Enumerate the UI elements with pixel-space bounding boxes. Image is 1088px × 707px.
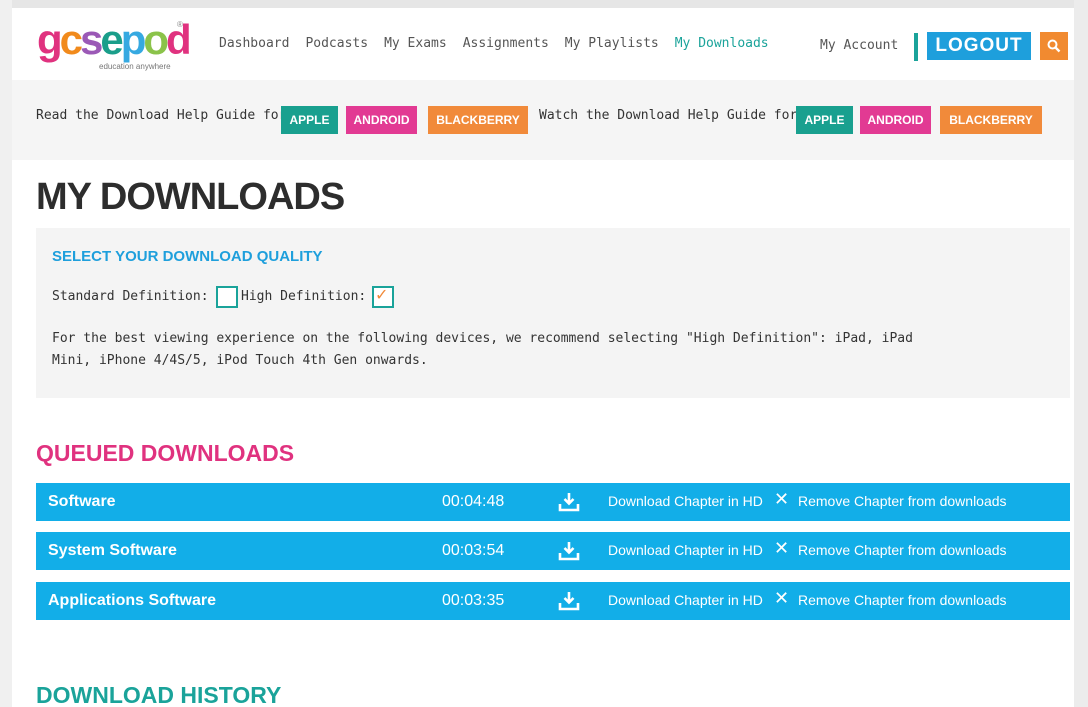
queued-row: System Software 00:03:54 Download Chapte… bbox=[36, 532, 1070, 570]
chapter-name: Software bbox=[48, 493, 116, 510]
chapter-duration: 00:04:48 bbox=[442, 493, 505, 510]
search-icon bbox=[1047, 39, 1061, 53]
read-blackberry-button[interactable]: BLACKBERRY bbox=[428, 106, 528, 134]
watch-android-button[interactable]: ANDROID bbox=[860, 106, 931, 134]
chapter-name: Applications Software bbox=[48, 592, 217, 609]
window-frame-left bbox=[0, 0, 12, 707]
help-guide-bar: Read the Download Help Guide for: APPLE … bbox=[12, 80, 1074, 160]
watch-blackberry-button[interactable]: BLACKBERRY bbox=[940, 106, 1042, 134]
nav-my-playlists[interactable]: My Playlists bbox=[565, 36, 659, 51]
read-guide-label: Read the Download Help Guide for: bbox=[36, 108, 295, 123]
quality-recommendation-note: For the best viewing experience on the f… bbox=[52, 331, 913, 368]
close-icon[interactable]: ✕ bbox=[774, 538, 789, 559]
chapter-duration: 00:03:54 bbox=[442, 542, 505, 559]
download-icon[interactable] bbox=[558, 540, 580, 562]
logout-button[interactable]: LOGOUT bbox=[927, 32, 1031, 60]
nav-dashboard[interactable]: Dashboard bbox=[219, 36, 289, 51]
nav-podcasts[interactable]: Podcasts bbox=[305, 36, 368, 51]
download-history-heading: DOWNLOAD HISTORY bbox=[36, 682, 282, 707]
registered-mark: ® bbox=[177, 20, 183, 29]
watch-guide-label: Watch the Download Help Guide for: bbox=[539, 108, 806, 123]
queued-downloads-heading: QUEUED DOWNLOADS bbox=[36, 440, 295, 466]
checkmark-icon: ✓ bbox=[375, 285, 389, 304]
download-hd-link[interactable]: Download Chapter in HD bbox=[608, 592, 763, 608]
nav-my-exams[interactable]: My Exams bbox=[384, 36, 447, 51]
chapter-duration: 00:03:35 bbox=[442, 592, 505, 609]
page: gcsepod ® education anywhere Dashboard P… bbox=[12, 8, 1074, 707]
queued-row: Applications Software 00:03:35 Download … bbox=[36, 582, 1070, 620]
remove-chapter-link[interactable]: Remove Chapter from downloads bbox=[798, 493, 1007, 509]
nav-my-downloads[interactable]: My Downloads bbox=[675, 36, 769, 51]
read-android-button[interactable]: ANDROID bbox=[346, 106, 417, 134]
main-nav: Dashboard Podcasts My Exams Assignments … bbox=[219, 36, 785, 51]
logo-tagline: education anywhere bbox=[99, 62, 171, 71]
account-divider bbox=[914, 33, 918, 61]
high-definition-checkbox[interactable]: ✓ bbox=[372, 285, 394, 308]
nav-assignments[interactable]: Assignments bbox=[463, 36, 549, 51]
remove-chapter-link[interactable]: Remove Chapter from downloads bbox=[798, 592, 1007, 608]
logo-wordmark: gcsepod bbox=[37, 16, 192, 63]
download-icon[interactable] bbox=[558, 491, 580, 513]
search-button[interactable] bbox=[1040, 32, 1068, 60]
queued-row: Software 00:04:48 Download Chapter in HD… bbox=[36, 483, 1070, 521]
close-icon[interactable]: ✕ bbox=[774, 588, 789, 609]
chapter-name: System Software bbox=[48, 542, 177, 559]
standard-definition-label: Standard Definition: bbox=[52, 289, 209, 304]
download-quality-panel: SELECT YOUR DOWNLOAD QUALITY Standard De… bbox=[36, 228, 1070, 398]
high-definition-label: High Definition: bbox=[241, 289, 367, 304]
window-frame-top bbox=[0, 0, 1088, 8]
read-apple-button[interactable]: APPLE bbox=[281, 106, 338, 134]
page-title: MY DOWNLOADS bbox=[36, 176, 345, 218]
my-account-link[interactable]: My Account bbox=[820, 38, 898, 53]
watch-apple-button[interactable]: APPLE bbox=[796, 106, 853, 134]
window-frame-right bbox=[1074, 0, 1088, 707]
download-icon[interactable] bbox=[558, 590, 580, 612]
download-hd-link[interactable]: Download Chapter in HD bbox=[608, 542, 763, 558]
close-icon[interactable]: ✕ bbox=[774, 489, 789, 510]
standard-definition-checkbox[interactable] bbox=[216, 286, 238, 308]
download-hd-link[interactable]: Download Chapter in HD bbox=[608, 493, 763, 509]
site-header: gcsepod ® education anywhere Dashboard P… bbox=[12, 8, 1074, 78]
quality-heading: SELECT YOUR DOWNLOAD QUALITY bbox=[52, 248, 323, 265]
remove-chapter-link[interactable]: Remove Chapter from downloads bbox=[798, 542, 1007, 558]
logo[interactable]: gcsepod ® education anywhere bbox=[37, 16, 192, 74]
